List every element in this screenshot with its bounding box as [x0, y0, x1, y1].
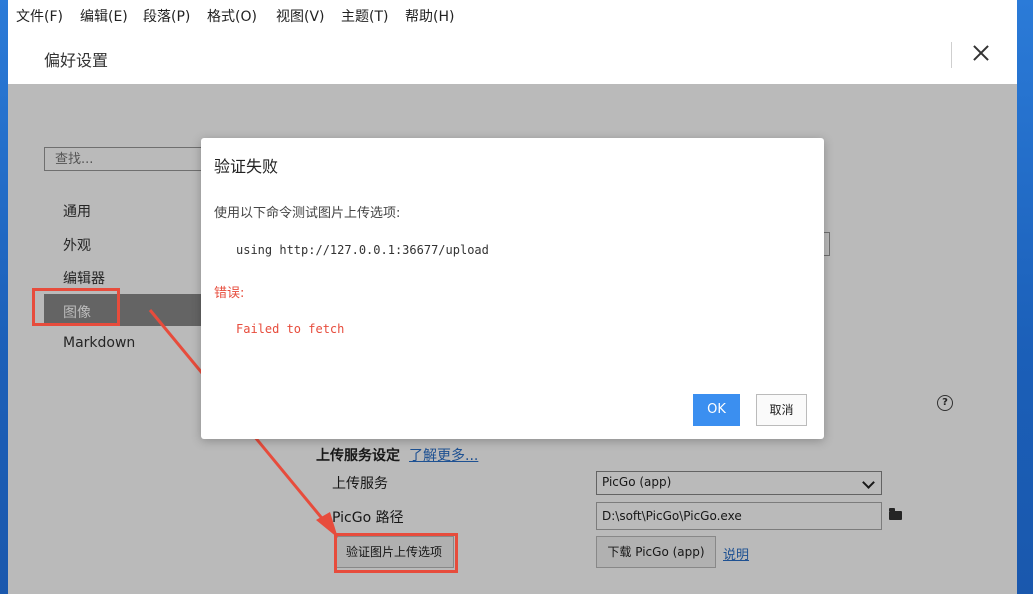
menu-file[interactable]: 文件(F) [16, 6, 63, 26]
desktop-background-left [0, 0, 8, 594]
annotation-box-image-item [32, 288, 120, 326]
dialog-error-message: Failed to fetch [236, 322, 345, 336]
desktop-background-right [1017, 0, 1033, 594]
cancel-button[interactable]: 取消 [756, 394, 807, 426]
menu-theme[interactable]: 主题(T) [341, 6, 388, 26]
menu-bar: 文件(F) 编辑(E) 段落(P) 格式(O) 视图(V) 主题(T) 帮助(H… [8, 0, 1017, 30]
dialog-description: 使用以下命令测试图片上传选项: [214, 206, 401, 221]
dialog-command: using http://127.0.0.1:36677/upload [236, 243, 489, 257]
dialog-title: 验证失败 [214, 157, 279, 176]
annotation-box-verify-button [334, 533, 458, 573]
menu-help[interactable]: 帮助(H) [405, 6, 454, 26]
close-icon[interactable] [970, 42, 992, 64]
ok-button[interactable]: OK [693, 394, 740, 426]
menu-format[interactable]: 格式(O) [207, 6, 257, 26]
menu-paragraph[interactable]: 段落(P) [143, 6, 190, 26]
verification-failed-dialog: 验证失败 使用以下命令测试图片上传选项: using http://127.0.… [201, 138, 824, 439]
menu-view[interactable]: 视图(V) [276, 6, 325, 26]
preferences-header: 偏好设置 [8, 30, 1017, 84]
menu-edit[interactable]: 编辑(E) [80, 6, 128, 26]
page-title: 偏好设置 [44, 51, 109, 70]
header-divider [951, 42, 952, 68]
dialog-error-label: 错误: [214, 286, 245, 301]
